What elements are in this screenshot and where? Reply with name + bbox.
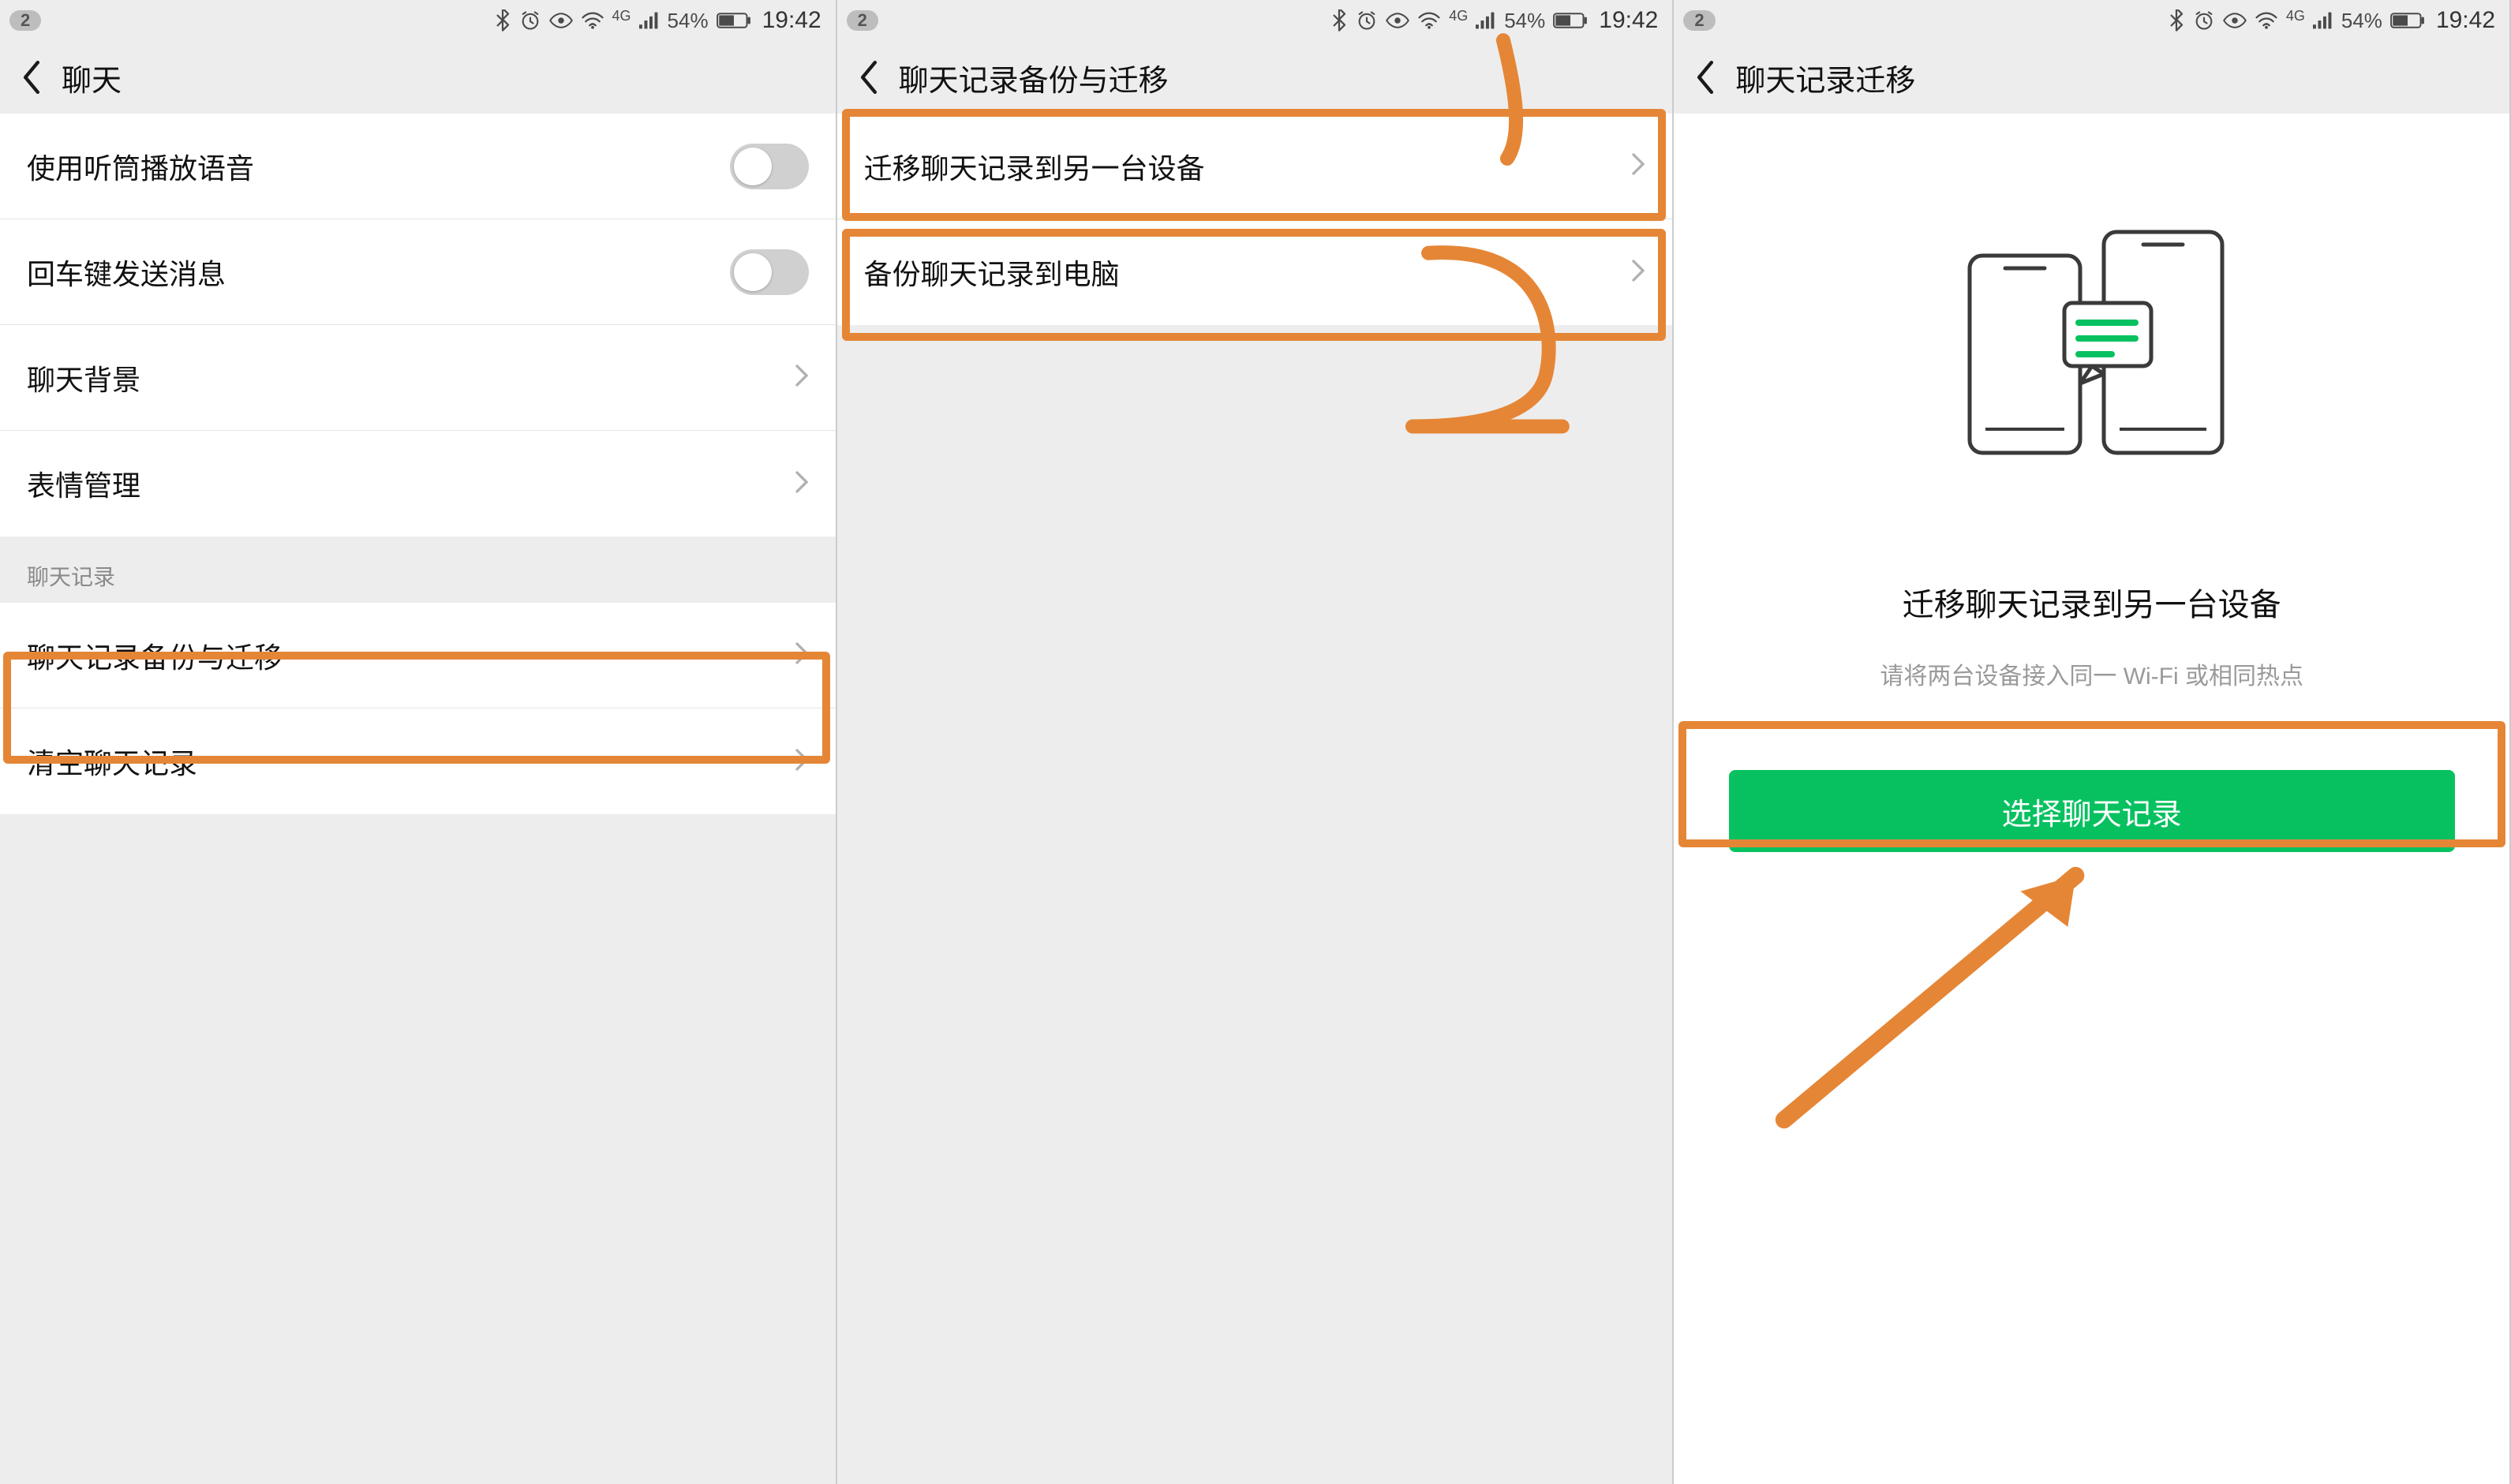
back-button[interactable]	[1690, 62, 1721, 93]
network-label: 4G	[2286, 8, 2305, 24]
chevron-right-icon	[795, 470, 809, 498]
battery-icon	[717, 12, 751, 29]
battery-percent: 54%	[1504, 9, 1545, 33]
status-bar: 2 4G 54% 19:42	[1674, 0, 2509, 41]
alarm-icon	[2193, 9, 2215, 32]
clock-time: 19:42	[2436, 7, 2495, 34]
row-enter-to-send[interactable]: 回车键发送消息	[0, 219, 836, 325]
bluetooth-icon	[2168, 9, 2185, 32]
panel-backup-migrate: 2 4G 54% 19:42 聊天记录备份与迁移 迁移聊天记录到另一台设备 备份…	[837, 0, 1675, 1484]
chevron-right-icon	[795, 364, 809, 391]
bluetooth-icon	[1330, 9, 1348, 32]
row-chat-background[interactable]: 聊天背景	[0, 325, 836, 431]
header: 聊天记录备份与迁移	[837, 41, 1673, 114]
bluetooth-icon	[494, 9, 511, 32]
row-migrate-device[interactable]: 迁移聊天记录到另一台设备	[837, 114, 1673, 219]
row-label: 回车键发送消息	[27, 252, 226, 293]
battery-icon	[1553, 12, 1588, 29]
header: 聊天	[0, 41, 836, 114]
eye-icon	[1386, 12, 1409, 29]
status-bar: 2 4G 54% 19:42	[837, 0, 1673, 41]
signal-icon	[639, 12, 660, 29]
chevron-right-icon	[795, 641, 809, 669]
clock-time: 19:42	[762, 7, 821, 34]
row-sticker-manage[interactable]: 表情管理	[0, 431, 836, 536]
section-header-chat-log: 聊天记录	[0, 536, 836, 603]
network-label: 4G	[612, 8, 631, 24]
back-button[interactable]	[853, 62, 885, 93]
row-label: 使用听筒播放语音	[27, 146, 254, 187]
toggle-enter-send[interactable]	[730, 249, 809, 295]
row-clear-history[interactable]: 清空聊天记录	[0, 708, 836, 814]
signal-icon	[1476, 12, 1496, 29]
network-label: 4G	[1449, 8, 1468, 24]
page-title: 聊天	[62, 56, 122, 99]
row-label: 表情管理	[27, 463, 140, 504]
row-label: 聊天记录备份与迁移	[27, 635, 283, 676]
alarm-icon	[519, 9, 541, 32]
notification-count-badge: 2	[847, 10, 878, 31]
settings-list-2: 聊天记录备份与迁移 清空聊天记录	[0, 603, 836, 814]
battery-percent: 54%	[2341, 9, 2382, 33]
row-label: 迁移聊天记录到另一台设备	[864, 146, 1205, 187]
settings-list: 使用听筒播放语音 回车键发送消息 聊天背景 表情管理	[0, 114, 836, 536]
clock-time: 19:42	[1599, 7, 1658, 34]
migrate-body: 迁移聊天记录到另一台设备 请将两台设备接入同一 Wi-Fi 或相同热点 选择聊天…	[1674, 114, 2509, 1484]
notification-count-badge: 2	[9, 10, 41, 31]
migrate-heading: 迁移聊天记录到另一台设备	[1903, 579, 2281, 625]
toggle-earpiece[interactable]	[730, 144, 809, 189]
migrate-subtitle: 请将两台设备接入同一 Wi-Fi 或相同热点	[1880, 656, 2303, 691]
panel-migrate: 2 4G 54% 19:42 聊天记录迁移	[1674, 0, 2511, 1484]
wifi-icon	[2255, 11, 2278, 30]
select-chat-history-button[interactable]: 选择聊天记录	[1729, 770, 2455, 852]
options-list: 迁移聊天记录到另一台设备 备份聊天记录到电脑	[837, 114, 1673, 325]
chevron-right-icon	[1631, 259, 1645, 286]
alarm-icon	[1356, 9, 1378, 32]
two-phones-illustration	[1946, 216, 2238, 469]
page-title: 聊天记录备份与迁移	[899, 56, 1169, 99]
notification-count-badge: 2	[1683, 10, 1715, 31]
chevron-right-icon	[795, 748, 809, 776]
battery-icon	[2390, 12, 2425, 29]
chevron-right-icon	[1631, 152, 1645, 180]
panel-chat-settings: 2 4G 54% 19:42 聊天 使用听筒播放语音 回车键发送消息	[0, 0, 837, 1484]
status-bar: 2 4G 54% 19:42	[0, 0, 836, 41]
row-label: 清空聊天记录	[27, 741, 197, 782]
row-backup-pc[interactable]: 备份聊天记录到电脑	[837, 219, 1673, 325]
eye-icon	[549, 12, 573, 29]
back-button[interactable]	[16, 62, 47, 93]
battery-percent: 54%	[668, 9, 709, 33]
eye-icon	[2223, 12, 2247, 29]
row-earpiece-playback[interactable]: 使用听筒播放语音	[0, 114, 836, 219]
row-label: 备份聊天记录到电脑	[864, 252, 1120, 293]
header: 聊天记录迁移	[1674, 41, 2509, 114]
wifi-icon	[1417, 11, 1441, 30]
row-backup-migrate[interactable]: 聊天记录备份与迁移	[0, 603, 836, 708]
wifi-icon	[581, 11, 604, 30]
page-title: 聊天记录迁移	[1735, 56, 1915, 99]
row-label: 聊天背景	[27, 357, 140, 398]
signal-icon	[2313, 12, 2333, 29]
